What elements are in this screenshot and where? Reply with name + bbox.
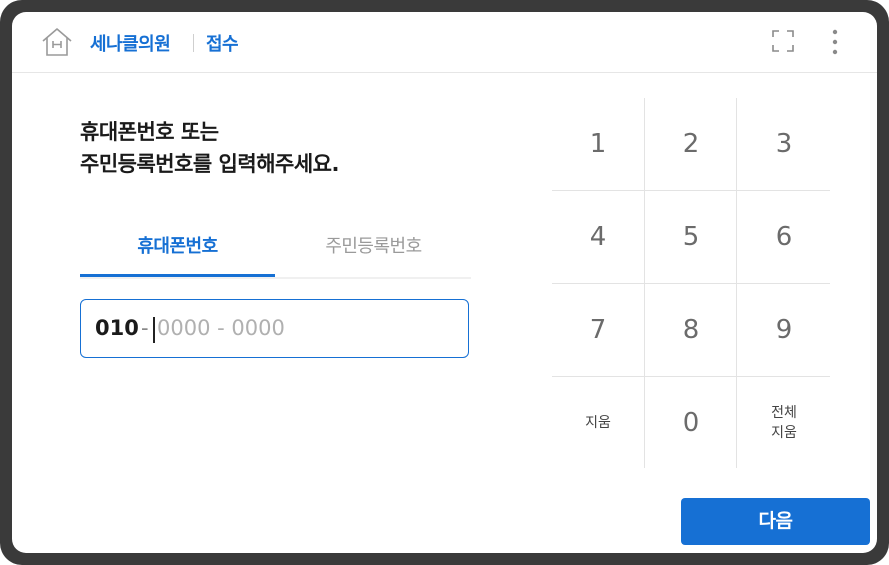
key-clear-all-line-2: 지움 — [771, 425, 797, 441]
key-6[interactable]: 6 — [738, 191, 830, 283]
phone-input[interactable]: 010 - 0000 - 0000 — [80, 299, 469, 358]
section-title: 접수 — [206, 34, 239, 55]
key-delete[interactable]: 지움 — [552, 377, 644, 469]
phone-separator: - — [141, 316, 149, 340]
tab-phone[interactable]: 휴대폰번호 — [80, 230, 275, 277]
app-header: 세나클의원 접수 — [12, 12, 877, 73]
header-divider — [193, 34, 194, 52]
fullscreen-icon[interactable] — [772, 30, 794, 52]
key-7[interactable]: 7 — [552, 284, 644, 376]
key-2[interactable]: 2 — [645, 98, 737, 190]
key-9[interactable]: 9 — [738, 284, 830, 376]
key-8[interactable]: 8 — [645, 284, 737, 376]
next-button[interactable]: 다음 — [681, 498, 870, 545]
instruction-text: 휴대폰번호 또는 주민등록번호를 입력해주세요. — [80, 116, 339, 180]
number-keypad: 1 2 3 4 5 6 7 8 9 지움 0 전체 지움 — [552, 98, 830, 468]
key-clear-all[interactable]: 전체 지움 — [738, 377, 830, 469]
tab-resident-number[interactable]: 주민등록번호 — [276, 230, 471, 277]
phone-placeholder: 0000 - 0000 — [157, 316, 285, 340]
phone-prefix: 010 — [95, 316, 139, 340]
key-3[interactable]: 3 — [738, 98, 830, 190]
instruction-line-1: 휴대폰번호 또는 — [80, 120, 219, 144]
input-type-tabs: 휴대폰번호 주민등록번호 — [80, 230, 471, 279]
key-5[interactable]: 5 — [645, 191, 737, 283]
app-screen: 세나클의원 접수 휴대폰번호 또는 주민등록번호를 입력해주세요. 휴대폰번호 — [12, 12, 877, 553]
more-vertical-icon[interactable] — [828, 28, 842, 56]
key-4[interactable]: 4 — [552, 191, 644, 283]
instruction-line-2: 주민등록번호를 입력해주세요. — [80, 152, 339, 176]
key-0[interactable]: 0 — [645, 377, 737, 469]
text-caret — [153, 317, 155, 343]
clinic-name: 세나클의원 — [90, 34, 171, 55]
key-clear-all-line-1: 전체 — [771, 405, 797, 421]
device-frame: 세나클의원 접수 휴대폰번호 또는 주민등록번호를 입력해주세요. 휴대폰번호 — [0, 0, 889, 565]
key-1[interactable]: 1 — [552, 98, 644, 190]
home-icon[interactable] — [40, 26, 74, 58]
